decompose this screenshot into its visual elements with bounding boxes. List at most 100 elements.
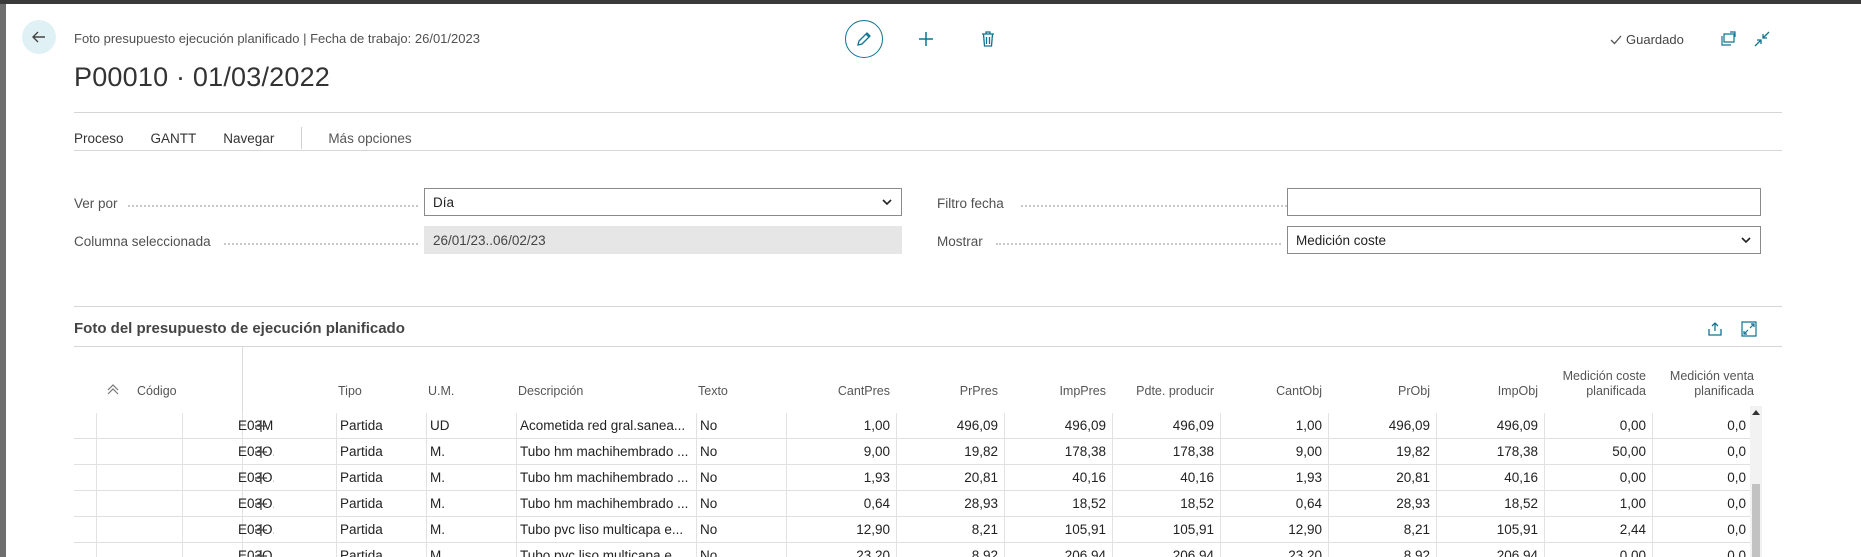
scroll-up-icon[interactable] (1751, 408, 1761, 416)
cell-probj[interactable]: 496,09 (1336, 413, 1430, 439)
cell-pdte[interactable]: 18,52 (1120, 491, 1214, 517)
cell-impobj[interactable]: 206,94 (1444, 543, 1538, 557)
col-descripcion[interactable]: Descripción (518, 384, 583, 398)
table-row[interactable]: E03M...PartidaUDAcometida red gral.sanea… (74, 413, 1754, 439)
cell-imppres[interactable]: 105,91 (1012, 517, 1106, 543)
open-new-window-button[interactable] (1718, 29, 1738, 49)
cell-cantpres[interactable]: 23,20 (796, 543, 890, 557)
cell-texto[interactable]: No (700, 543, 780, 557)
table-row[interactable]: E03O...PartidaM.Tubo hm machihembrado ..… (74, 491, 1754, 517)
cell-imppres[interactable]: 178,38 (1012, 439, 1106, 465)
expand-row-icon[interactable] (254, 465, 274, 491)
cell-cantobj[interactable]: 23,20 (1228, 543, 1322, 557)
expand-row-icon[interactable] (254, 517, 274, 543)
cell-descripcion[interactable]: Tubo hm machihembrado ... (520, 439, 694, 465)
cell-medcoste[interactable]: 1,00 (1552, 491, 1646, 517)
cell-medcoste[interactable]: 0,00 (1552, 465, 1646, 491)
delete-button[interactable] (978, 29, 998, 49)
cell-tipo[interactable]: Partida (340, 413, 426, 439)
cell-probj[interactable]: 20,81 (1336, 465, 1430, 491)
scrollbar-thumb[interactable] (1752, 484, 1760, 557)
cell-cantobj[interactable]: 1,93 (1228, 465, 1322, 491)
col-cantpres[interactable]: CantPres (796, 384, 890, 398)
menu-mas-opciones[interactable]: Más opciones (328, 131, 411, 146)
cell-probj[interactable]: 28,93 (1336, 491, 1430, 517)
filtro-fecha-input[interactable] (1287, 188, 1761, 216)
share-button[interactable] (1706, 320, 1724, 338)
cell-prpres[interactable]: 28,93 (904, 491, 998, 517)
cell-pdte[interactable]: 496,09 (1120, 413, 1214, 439)
cell-imppres[interactable]: 206,94 (1012, 543, 1106, 557)
cell-texto[interactable]: No (700, 413, 780, 439)
table-row[interactable]: E03O...PartidaM.Tubo hm machihembrado ..… (74, 465, 1754, 491)
cell-prpres[interactable]: 19,82 (904, 439, 998, 465)
cell-medventa[interactable]: 0,0 (1660, 517, 1746, 543)
cell-impobj[interactable]: 18,52 (1444, 491, 1538, 517)
new-button[interactable] (916, 29, 936, 49)
cell-prpres[interactable]: 496,09 (904, 413, 998, 439)
cell-medcoste[interactable]: 0,00 (1552, 413, 1646, 439)
cell-descripcion[interactable]: Tubo hm machihembrado ... (520, 465, 694, 491)
back-button[interactable] (22, 20, 56, 54)
cell-medcoste[interactable]: 50,00 (1552, 439, 1646, 465)
cell-probj[interactable]: 8,21 (1336, 517, 1430, 543)
cell-pdte[interactable]: 178,38 (1120, 439, 1214, 465)
col-um[interactable]: U.M. (428, 384, 454, 398)
cell-cantpres[interactable]: 0,64 (796, 491, 890, 517)
menu-gantt[interactable]: GANTT (151, 131, 197, 146)
ver-por-select[interactable]: Día (424, 188, 902, 216)
cell-imppres[interactable]: 40,16 (1012, 465, 1106, 491)
cell-medventa[interactable]: 0,0 (1660, 491, 1746, 517)
mostrar-select[interactable]: Medición coste (1287, 226, 1761, 254)
cell-cantobj[interactable]: 0,64 (1228, 491, 1322, 517)
expand-row-icon[interactable] (254, 439, 274, 465)
cell-descripcion[interactable]: Tubo hm machihembrado ... (520, 491, 694, 517)
menu-navegar[interactable]: Navegar (223, 131, 274, 146)
cell-cantpres[interactable]: 1,00 (796, 413, 890, 439)
cell-medventa[interactable]: 0,0 (1660, 543, 1746, 557)
cell-texto[interactable]: No (700, 491, 780, 517)
col-codigo[interactable]: Código (137, 384, 177, 398)
cell-pdte[interactable]: 40,16 (1120, 465, 1214, 491)
cell-prpres[interactable]: 8,21 (904, 517, 998, 543)
cell-descripcion[interactable]: Tubo pvc liso multicapa e... (520, 543, 694, 557)
col-cantobj[interactable]: CantObj (1228, 384, 1322, 398)
cell-um[interactable]: UD (430, 413, 516, 439)
col-impobj[interactable]: ImpObj (1444, 384, 1538, 398)
col-imppres[interactable]: ImpPres (1012, 384, 1106, 398)
cell-impobj[interactable]: 496,09 (1444, 413, 1538, 439)
table-row[interactable]: E03O...PartidaM.Tubo pvc liso multicapa … (74, 517, 1754, 543)
cell-um[interactable]: M. (430, 543, 516, 557)
cell-tipo[interactable]: Partida (340, 491, 426, 517)
cell-medcoste[interactable]: 0,00 (1552, 543, 1646, 557)
cell-medcoste[interactable]: 2,44 (1552, 517, 1646, 543)
cell-tipo[interactable]: Partida (340, 439, 426, 465)
edit-button[interactable] (845, 20, 883, 58)
cell-tipo[interactable]: Partida (340, 517, 426, 543)
expand-row-icon[interactable] (254, 543, 274, 557)
cell-impobj[interactable]: 178,38 (1444, 439, 1538, 465)
cell-tipo[interactable]: Partida (340, 465, 426, 491)
expand-row-icon[interactable] (254, 491, 274, 517)
col-tipo[interactable]: Tipo (338, 384, 362, 398)
expand-row-icon[interactable] (254, 413, 274, 439)
cell-pdte[interactable]: 105,91 (1120, 517, 1214, 543)
cell-medventa[interactable]: 0,0 (1660, 439, 1746, 465)
cell-um[interactable]: M. (430, 439, 516, 465)
cell-texto[interactable]: No (700, 465, 780, 491)
col-pdte-producir[interactable]: Pdte. producir (1120, 384, 1214, 398)
cell-texto[interactable]: No (700, 439, 780, 465)
collapse-button[interactable] (1752, 29, 1772, 49)
cell-um[interactable]: M. (430, 517, 516, 543)
cell-imppres[interactable]: 496,09 (1012, 413, 1106, 439)
cell-medventa[interactable]: 0,0 (1660, 465, 1746, 491)
cell-probj[interactable]: 8,92 (1336, 543, 1430, 557)
col-texto[interactable]: Texto (698, 384, 728, 398)
cell-cantpres[interactable]: 12,90 (796, 517, 890, 543)
cell-um[interactable]: M. (430, 491, 516, 517)
cell-impobj[interactable]: 40,16 (1444, 465, 1538, 491)
cell-prpres[interactable]: 20,81 (904, 465, 998, 491)
cell-prpres[interactable]: 8,92 (904, 543, 998, 557)
expand-button[interactable] (1740, 320, 1758, 338)
cell-descripcion[interactable]: Acometida red gral.sanea... (520, 413, 694, 439)
